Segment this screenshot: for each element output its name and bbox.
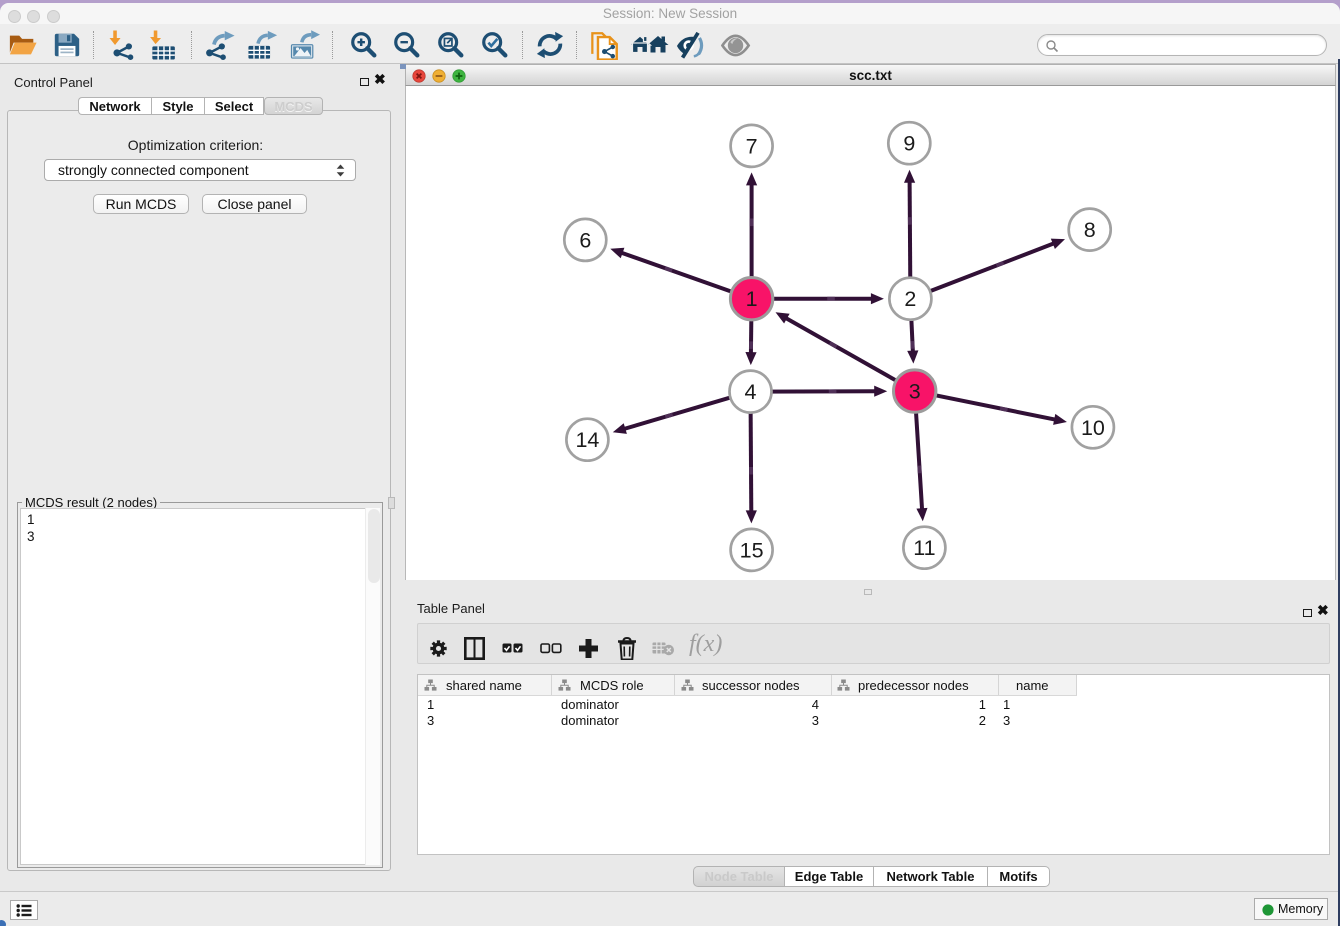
svg-text:10: 10 [1081,416,1105,440]
svg-text:9: 9 [903,132,915,156]
svg-text:6: 6 [579,228,591,252]
svg-text:15: 15 [740,538,764,562]
svg-text:3: 3 [909,380,921,404]
svg-text:8: 8 [1084,218,1096,242]
svg-text:1: 1 [746,287,758,311]
svg-text:14: 14 [575,428,599,452]
svg-text:11: 11 [913,536,935,560]
svg-text:4: 4 [745,380,757,404]
svg-text:2: 2 [904,287,916,311]
svg-text:7: 7 [746,134,758,158]
